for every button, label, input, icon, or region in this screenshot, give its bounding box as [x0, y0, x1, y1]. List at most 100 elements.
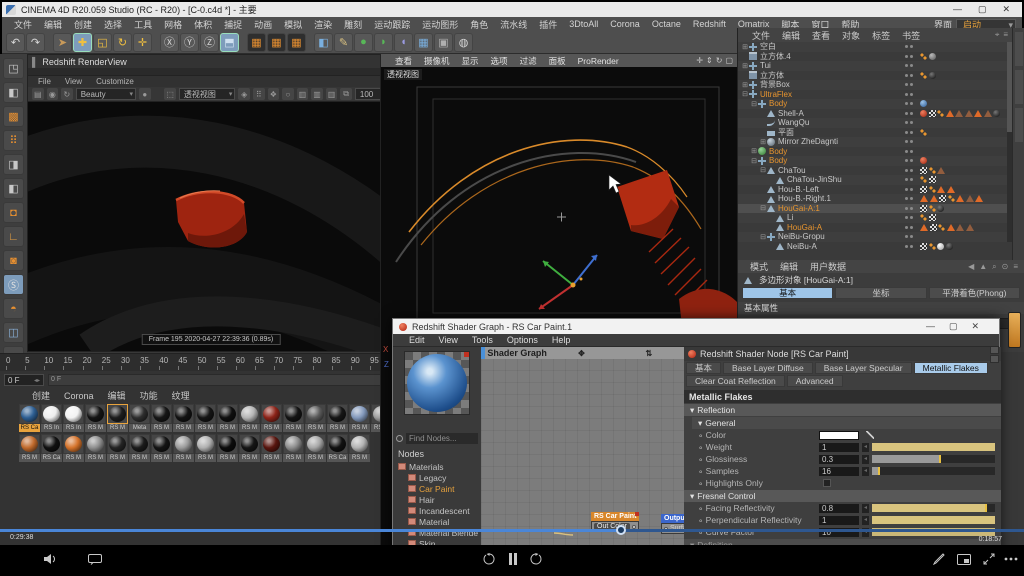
shader-window-close[interactable]: ✕ [971, 321, 979, 332]
visibility-dots[interactable] [902, 197, 916, 200]
locked-workplane-icon[interactable]: ◫ [3, 322, 24, 343]
tag-t-icon[interactable] [920, 195, 928, 202]
lock-icon[interactable]: ◈ [238, 88, 250, 100]
timeline-tick[interactable]: 55 [217, 356, 236, 370]
param-stepper[interactable]: ◂ [862, 516, 869, 525]
viewport-menu-查看[interactable]: 查看 [389, 55, 418, 67]
spline-pen-icon[interactable]: ✎ [334, 33, 353, 52]
visibility-dots[interactable] [902, 131, 916, 134]
more-options-icon[interactable] [1002, 550, 1020, 568]
om-filter-icon[interactable]: ≡ [1003, 30, 1008, 40]
renderview-canvas[interactable]: Frame 195 2020-04-27 22:39:36 (0.89s) [28, 102, 394, 351]
attribute-section-header[interactable]: 基本属性 [738, 302, 1024, 314]
param-value-field[interactable]: 1 [819, 516, 859, 525]
window-close-button[interactable]: ✕ [1002, 4, 1010, 15]
tag-t-icon[interactable] [947, 224, 955, 231]
tag-to-icon[interactable] [966, 224, 974, 231]
object-manager-side-tabs[interactable] [1012, 28, 1024, 260]
viewport-menu-面板[interactable]: 面板 [543, 55, 572, 67]
shader-tab-Clear Coat Reflection[interactable]: Clear Coat Reflection [686, 375, 785, 387]
material-swatch[interactable]: RS M [107, 434, 128, 462]
shader-menu-View[interactable]: View [433, 335, 464, 345]
eyedropper-icon[interactable] [866, 431, 874, 439]
solo-mode-icon[interactable]: Ⓢ [3, 274, 24, 295]
tree-caret-icon[interactable]: ⊞ [750, 147, 758, 155]
visibility-dots[interactable] [902, 93, 916, 96]
graph-pan-icon[interactable]: ✥ [549, 349, 613, 358]
timeline-tick[interactable]: 70 [274, 356, 293, 370]
tag-do-icon[interactable] [937, 110, 944, 117]
shader-window-minimize[interactable]: — [926, 321, 935, 332]
tweak-mode-icon[interactable]: ◙ [3, 250, 24, 271]
node-category-Material[interactable]: Material [393, 516, 481, 527]
tag-do-icon[interactable] [920, 53, 927, 60]
timeline-tick[interactable]: 40 [159, 356, 178, 370]
menu-模拟[interactable]: 模拟 [278, 18, 308, 31]
material-swatch[interactable]: Meta [129, 404, 150, 432]
tag-to-icon[interactable] [956, 224, 964, 231]
grid-icon[interactable]: ⠿ [253, 88, 265, 100]
om-menu-书签[interactable]: 书签 [896, 29, 926, 42]
material-swatch[interactable]: RS M [195, 434, 216, 462]
tag-ck-icon[interactable] [920, 167, 927, 174]
visibility-dots[interactable] [902, 102, 916, 105]
tree-caret-icon[interactable]: ⊞ [741, 81, 749, 89]
visibility-dots[interactable] [902, 169, 916, 172]
material-swatch[interactable]: RS M [85, 404, 106, 432]
timeline-tick[interactable]: 85 [332, 356, 351, 370]
menu-动画[interactable]: 动画 [248, 18, 278, 31]
move-icon[interactable]: ✚ [73, 33, 92, 52]
object-row[interactable]: Shell-A [738, 109, 1024, 119]
attribute-tab-坐标[interactable]: 坐标 [835, 287, 926, 299]
menu-文件[interactable]: 文件 [8, 18, 38, 31]
tag-do-icon[interactable] [920, 176, 927, 183]
light-icon[interactable]: ◍ [454, 33, 473, 52]
renderview-titlebar[interactable]: ▌ Redshift RenderView [28, 55, 394, 68]
tag-ck-icon[interactable] [939, 195, 946, 202]
tree-caret-icon[interactable]: ⊟ [750, 157, 758, 165]
snap-icon[interactable]: ◓ [3, 298, 24, 319]
pause-button[interactable] [504, 550, 522, 568]
param-value-field[interactable]: 0.8 [819, 504, 859, 513]
viewport-menu-显示[interactable]: 显示 [456, 55, 485, 67]
node-category-Hair[interactable]: Hair [393, 494, 481, 505]
region-circle-icon[interactable]: ○ [282, 88, 294, 100]
object-row[interactable]: 平面 [738, 128, 1024, 138]
tag-ck-icon[interactable] [929, 214, 936, 221]
visibility-dots[interactable] [902, 140, 916, 143]
material-menu-Corona[interactable]: Corona [58, 391, 100, 401]
param-value-field[interactable]: 0.3 [819, 455, 859, 464]
tag-t-icon[interactable] [920, 224, 928, 231]
tag-sr-icon[interactable] [920, 110, 927, 117]
layer-chip[interactable] [1008, 312, 1021, 348]
material-swatch[interactable]: RS M [239, 434, 260, 462]
tag-do-icon[interactable] [948, 195, 955, 202]
object-row[interactable]: ChaTou-JinShu [738, 175, 1024, 185]
tag-sb-icon[interactable] [993, 110, 1000, 117]
menu-雕刻[interactable]: 雕刻 [338, 18, 368, 31]
visibility-dots[interactable] [902, 112, 916, 115]
node-category-Car Paint[interactable]: Car Paint [393, 483, 481, 494]
object-row[interactable]: Li [738, 213, 1024, 223]
node-category-Incandescent[interactable]: Incandescent [393, 505, 481, 516]
param-stepper[interactable]: ◂ [862, 467, 869, 476]
timeline-tick[interactable]: 90 [351, 356, 370, 370]
object-row[interactable]: ⊞Body [738, 147, 1024, 157]
material-swatch[interactable]: RS M [261, 434, 282, 462]
timeline-tick[interactable]: 0 [6, 356, 25, 370]
video-progress-handle[interactable] [616, 525, 626, 535]
menu-3DtoAll[interactable]: 3DtoAll [563, 19, 604, 29]
coordinate-system-icon[interactable]: ⬒ [220, 33, 239, 52]
shader-menu-Tools[interactable]: Tools [466, 335, 499, 345]
param-slider[interactable] [872, 504, 995, 512]
material-swatch[interactable]: RS M [349, 434, 370, 462]
render-pass-select[interactable]: Beauty [76, 88, 136, 100]
timeline-tick[interactable]: 20 [83, 356, 102, 370]
tree-caret-icon[interactable]: ⊟ [759, 166, 767, 174]
param-checkbox[interactable] [823, 479, 831, 487]
shader-tab-基本[interactable]: 基本 [686, 362, 721, 374]
timeline-track[interactable]: 0 F [48, 374, 391, 386]
timeline-tick[interactable]: 5 [25, 356, 44, 370]
timeline-tick[interactable]: 35 [140, 356, 159, 370]
visibility-dots[interactable] [902, 55, 916, 58]
